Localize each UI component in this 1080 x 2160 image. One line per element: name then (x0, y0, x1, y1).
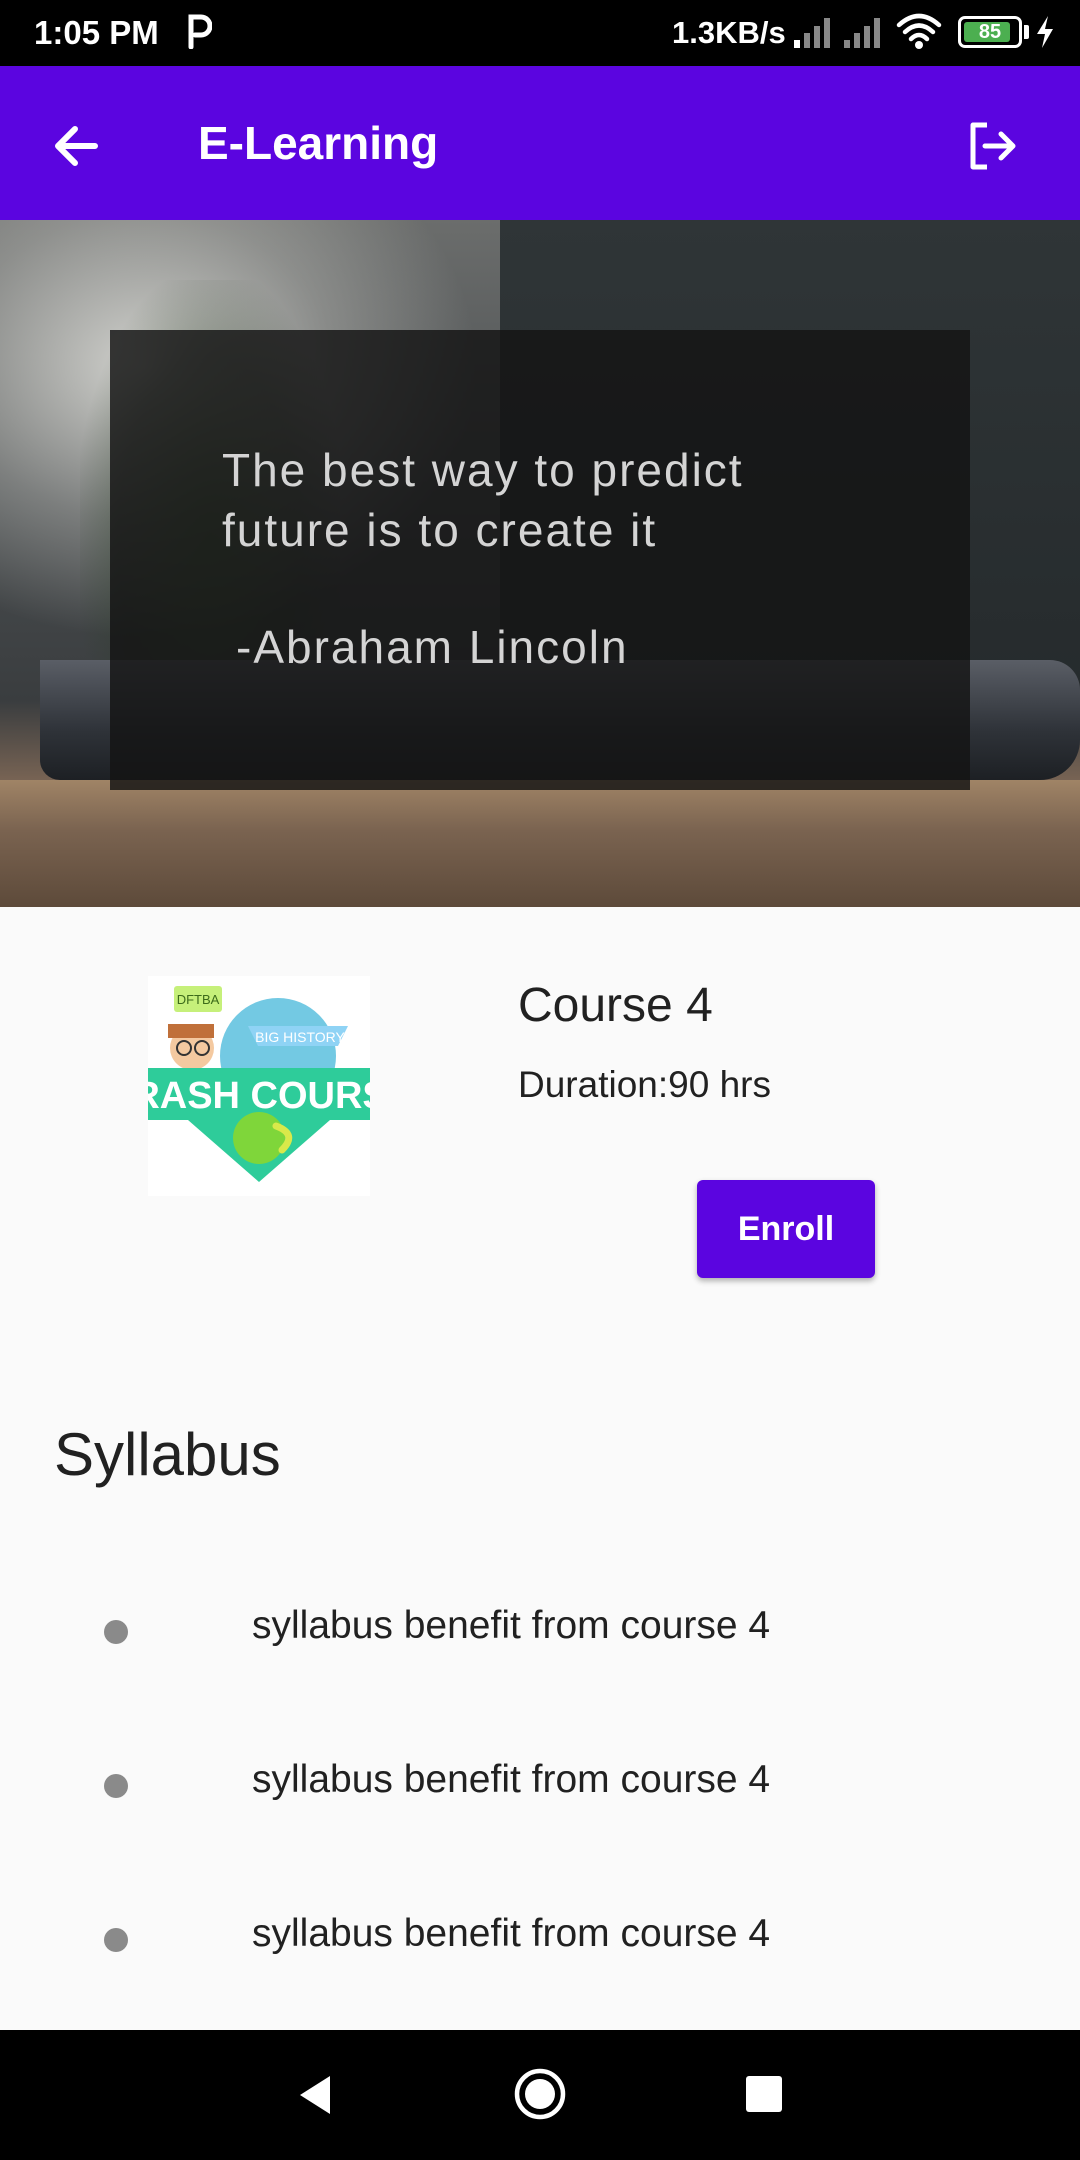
quote-line: future is to create it (222, 504, 658, 556)
wifi-icon (896, 13, 942, 49)
nav-back-icon[interactable] (290, 2070, 340, 2120)
hero-desk (0, 780, 1080, 907)
thumb-title: CRASH COURSE (148, 1075, 370, 1117)
course-duration: Duration:90 hrs (518, 1064, 771, 1105)
quote-card: The best way to predict future is to cre… (110, 330, 970, 790)
course-name: Course 4 (518, 979, 713, 1032)
signal-icon (794, 18, 830, 48)
bullet-icon (104, 1620, 128, 1644)
nav-home-icon[interactable] (512, 2066, 568, 2122)
quote-text: The best way to predict future is to cre… (222, 440, 882, 560)
p-icon (188, 14, 212, 49)
status-time: 1:05 PM (34, 14, 159, 51)
quote-author: -Abraham Lincoln (236, 621, 629, 673)
system-nav-bar (0, 2030, 1080, 2160)
app-bar: E-Learning (0, 66, 1080, 220)
crash-course-logo: DFTBA BIG HISTORY CRASH COURSE (148, 976, 370, 1196)
battery-cap (1024, 25, 1029, 39)
syllabus-item: syllabus benefit from course 4 (0, 1896, 1080, 1976)
page-title: E-Learning (198, 117, 439, 169)
bullet-icon (104, 1774, 128, 1798)
arrow-left-icon (55, 126, 98, 166)
syllabus-item-text: syllabus benefit from course 4 (252, 1758, 771, 1801)
thumb-badge-text: DFTBA (177, 992, 220, 1007)
syllabus-item: syllabus benefit from course 4 (0, 1588, 1080, 1668)
signal-icon (844, 18, 880, 48)
logout-button[interactable] (954, 108, 1030, 184)
charging-icon (1037, 16, 1053, 48)
status-bar: 1:05 PM 1.3KB/s 85 (0, 0, 1080, 66)
course-thumbnail: DFTBA BIG HISTORY CRASH COURSE (148, 976, 370, 1196)
battery-level: 85 (978, 21, 1002, 43)
network-speed: 1.3KB/s (672, 15, 786, 50)
syllabus-item-text: syllabus benefit from course 4 (252, 1604, 771, 1647)
battery-icon: 85 (958, 16, 1022, 48)
thumb-subtitle: BIG HISTORY (255, 1029, 345, 1045)
enroll-button[interactable]: Enroll (697, 1180, 875, 1278)
logout-icon (970, 122, 1016, 170)
nav-recents-icon[interactable] (746, 2076, 782, 2112)
syllabus-item: syllabus benefit from course 4 (0, 1742, 1080, 1822)
bullet-icon (104, 1928, 128, 1952)
syllabus-item-text: syllabus benefit from course 4 (252, 1912, 771, 1955)
syllabus-heading: Syllabus (54, 1421, 281, 1488)
hero-banner: The best way to predict future is to cre… (0, 220, 1080, 907)
back-button[interactable] (38, 108, 114, 184)
quote-line: The best way to predict (222, 444, 744, 496)
